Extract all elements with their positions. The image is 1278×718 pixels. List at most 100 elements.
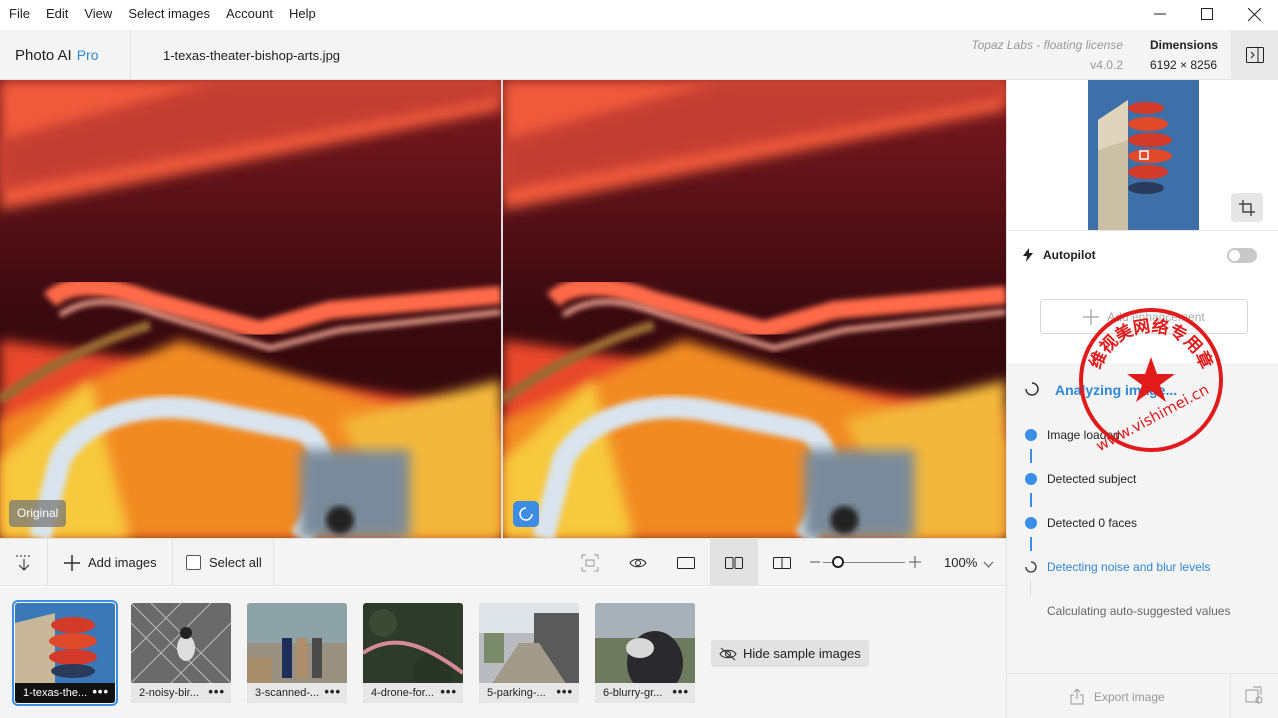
crop-icon (1239, 199, 1255, 216)
file-name: 1-texas-theater-bishop-arts.jpg (163, 48, 341, 63)
check-icon (1025, 473, 1037, 485)
close-icon (1247, 7, 1261, 21)
export-settings-button[interactable] (1245, 686, 1263, 707)
check-icon (1025, 429, 1037, 441)
plus-icon (1083, 308, 1100, 325)
minus-icon (810, 561, 820, 563)
step-detected-faces: Detected 0 faces (1047, 516, 1138, 530)
zoom-value[interactable]: 100% (944, 539, 977, 586)
processed-image-view[interactable] (503, 80, 1006, 538)
split-view-button[interactable] (758, 539, 806, 586)
single-view-button[interactable] (662, 539, 710, 586)
step-calculating-values: Calculating auto-suggested values (1047, 604, 1231, 618)
thumbnail[interactable]: 1-texas-the... ••• (12, 600, 118, 706)
maximize-icon (1201, 8, 1213, 20)
menu-file[interactable]: File (0, 0, 38, 28)
export-image-button[interactable]: Export image (1070, 674, 1165, 718)
dimensions-label: Dimensions (1150, 38, 1219, 52)
crop-button[interactable] (1231, 193, 1263, 222)
focus-frame-icon (581, 554, 599, 571)
add-enhancement-label: Add enhancement (1107, 309, 1205, 324)
dimensions-value: 6192 × 8256 (1150, 58, 1218, 72)
plus-icon (64, 554, 80, 571)
panel-toggle-icon (1245, 47, 1264, 63)
filmstrip: 1-texas-the... ••• 2-noisy-bir... ••• 3-… (0, 587, 1006, 718)
zoom-slider-thumb[interactable] (831, 556, 844, 568)
export-icon (1070, 688, 1084, 704)
panel-toggle-button[interactable] (1231, 30, 1278, 80)
export-settings-icon (1245, 686, 1263, 704)
navigator-image (1088, 80, 1199, 230)
add-images-button[interactable]: Add images (64, 539, 157, 586)
more-options-icon[interactable]: ••• (92, 683, 109, 703)
autopilot-row: Autopilot (1023, 248, 1096, 262)
more-options-icon[interactable]: ••• (440, 683, 457, 703)
analyzing-title: Analyzing image... (1055, 382, 1178, 398)
select-all-label: Select all (209, 555, 262, 570)
menu-account[interactable]: Account (218, 0, 281, 28)
original-image-view[interactable] (0, 80, 501, 538)
chevron-down-icon (983, 561, 994, 568)
zoom-out-button[interactable] (810, 556, 820, 571)
thumbnail[interactable]: 4-drone-for... ••• (363, 603, 463, 703)
thumbnail[interactable]: 3-scanned-... ••• (247, 603, 347, 703)
thumbnail[interactable]: 6-blurry-gr... ••• (595, 603, 695, 703)
maximize-button[interactable] (1183, 0, 1231, 28)
menu-edit[interactable]: Edit (38, 0, 76, 28)
spinner-icon (1025, 561, 1037, 573)
spinner-icon (1025, 382, 1039, 396)
more-options-icon[interactable]: ••• (556, 683, 573, 703)
right-panel: Autopilot Add enhancement Analyzing imag… (1006, 80, 1278, 718)
more-options-icon[interactable]: ••• (208, 683, 225, 703)
minimize-button[interactable] (1136, 0, 1184, 28)
menu-view[interactable]: View (76, 0, 120, 28)
menu-select-images[interactable]: Select images (120, 0, 218, 28)
app-tier: Pro (76, 47, 99, 63)
hide-sample-images-button[interactable]: Hide sample images (711, 640, 869, 667)
zoom-dropdown[interactable] (983, 557, 994, 572)
more-options-icon[interactable]: ••• (672, 683, 689, 703)
processed-image (503, 80, 1006, 538)
app-name: Photo AI (15, 46, 72, 64)
lightning-icon (1023, 248, 1033, 262)
eye-off-icon (719, 647, 737, 660)
checkbox-box[interactable] (186, 555, 201, 570)
original-badge: Original (9, 500, 67, 527)
side-by-side-button[interactable] (710, 539, 758, 586)
preview-toggle-button[interactable] (614, 539, 662, 586)
add-enhancement-button[interactable]: Add enhancement (1040, 299, 1248, 334)
check-icon (1025, 517, 1037, 529)
viewer-toolbar: Add images Select all 100% (0, 538, 1006, 586)
split-view-icon (773, 556, 791, 569)
more-options-icon[interactable]: ••• (324, 683, 341, 703)
thumbnail[interactable]: 2-noisy-bir... ••• (131, 603, 231, 703)
thumbnail[interactable]: 5-parking-... ••• (479, 603, 579, 703)
version-text: v4.0.2 (1090, 58, 1123, 72)
menu-bar: File Edit View Select images Account Hel… (0, 0, 1278, 28)
autopilot-label: Autopilot (1043, 248, 1096, 262)
add-images-label: Add images (88, 555, 157, 570)
side-by-side-icon (725, 556, 743, 569)
original-image (0, 80, 501, 538)
minimize-icon (1154, 13, 1166, 15)
select-all-checkbox[interactable]: Select all (186, 539, 262, 586)
menu-help[interactable]: Help (281, 0, 324, 28)
spinner-icon (519, 507, 533, 521)
sort-down-icon (16, 555, 32, 571)
zoom-in-button[interactable] (909, 556, 921, 571)
sort-button[interactable] (0, 539, 48, 586)
step-detecting-noise: Detecting noise and blur levels (1047, 560, 1211, 574)
close-button[interactable] (1230, 0, 1278, 28)
plus-small-icon (909, 556, 921, 568)
license-text: Topaz Labs - floating license (971, 38, 1123, 52)
app-header: Photo AI Pro 1-texas-theater-bishop-arts… (0, 30, 1278, 80)
analysis-panel: Analyzing image... Image loaded Detected… (1007, 363, 1278, 673)
face-detect-button[interactable] (566, 539, 614, 586)
app-brand: Photo AI Pro (0, 30, 131, 80)
step-image-loaded: Image loaded (1047, 428, 1120, 442)
eye-icon (629, 558, 647, 567)
navigator-preview[interactable] (1088, 80, 1199, 230)
export-bar: Export image (1007, 673, 1278, 718)
autopilot-toggle[interactable] (1227, 248, 1257, 263)
processing-indicator (513, 501, 539, 527)
